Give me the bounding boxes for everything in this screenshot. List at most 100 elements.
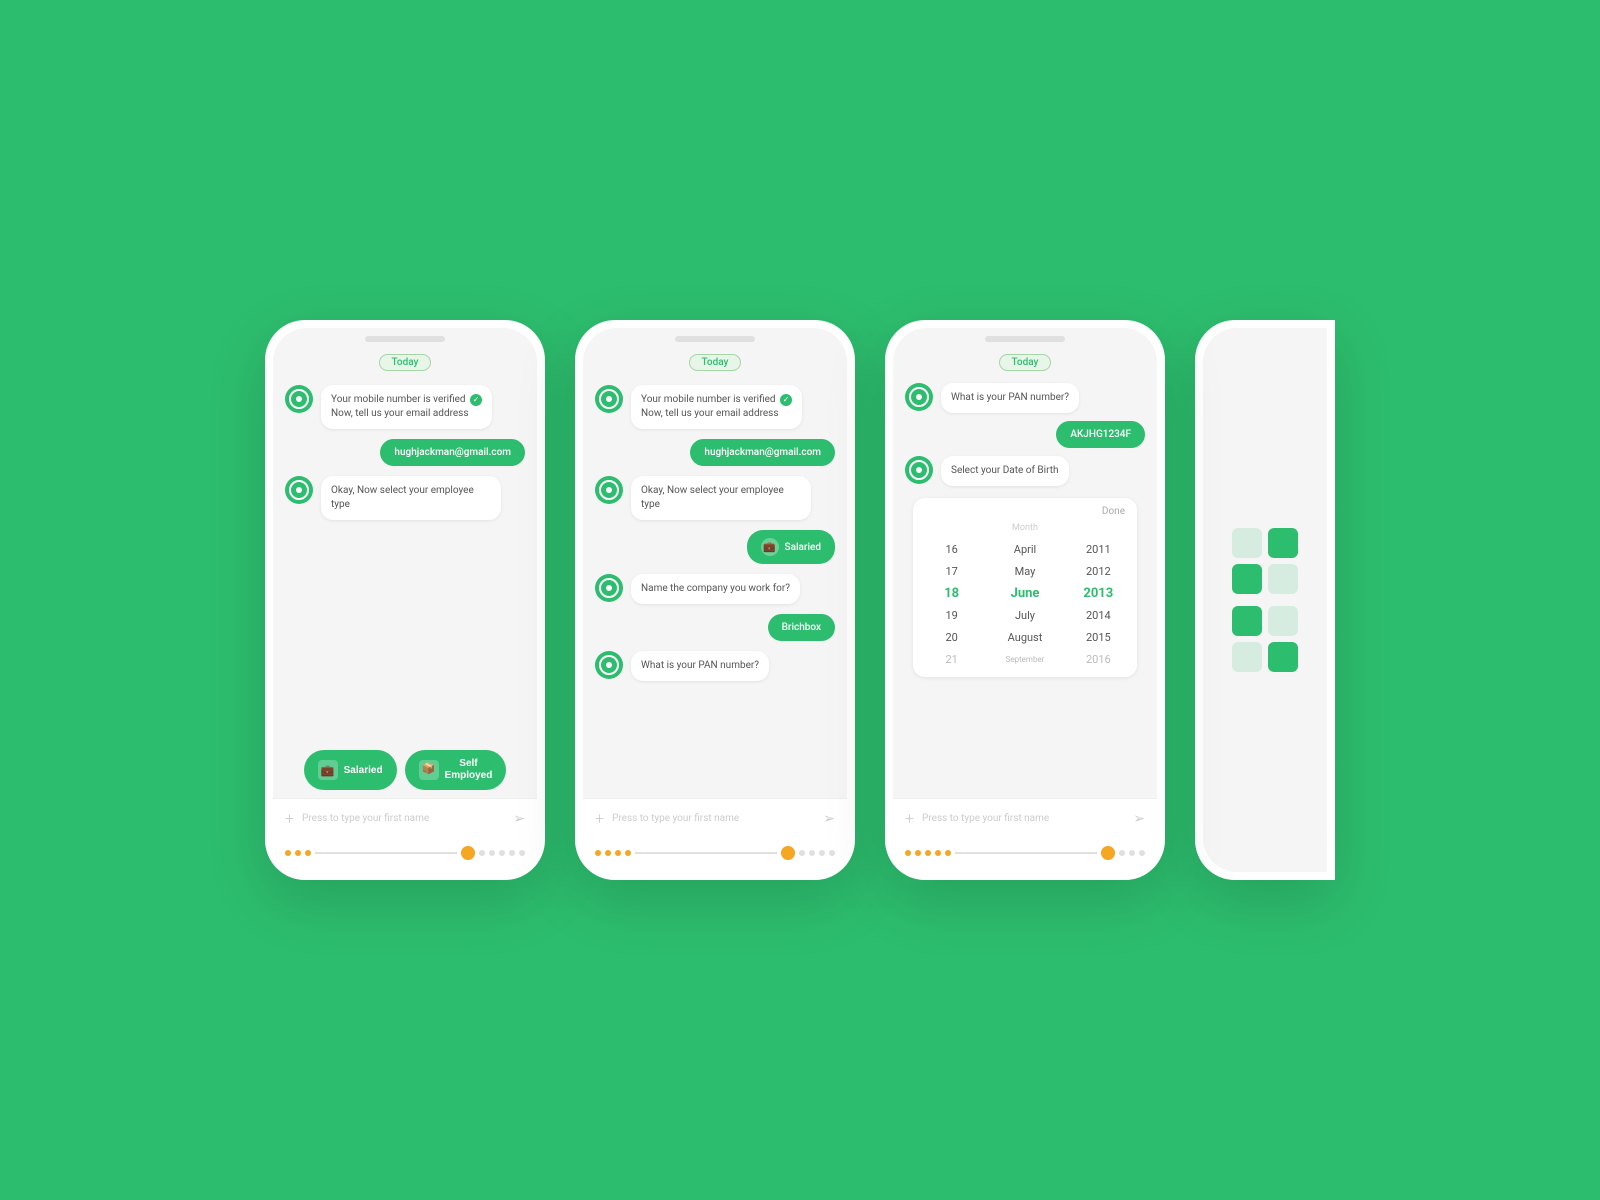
dot-p2-8 [829,850,835,856]
dot-p3-5 [945,850,951,856]
dot-p2-6 [809,850,815,856]
company-label-p2: Brichbox [782,622,821,633]
partial-logo-block-1 [1232,528,1262,558]
cal-col-month: Month April May June July August Septemb… [990,521,1059,669]
self-employed-icon-1: 📦 [419,760,439,780]
input-plus-3: + [905,809,914,828]
bot-text-p2-1: Your mobile number is verified ✓Now, tel… [641,394,792,419]
bot-avatar-inner-p2-2 [599,480,619,500]
bot-message-p3-1: What is your PAN number? [905,383,1145,413]
input-plus-1: + [285,809,294,828]
dot-2 [295,850,301,856]
cal-month-june[interactable]: June [990,583,1059,603]
options-row-1: 💼 Salaried 📦 SelfEmployed [285,750,525,790]
cal-year-2011[interactable]: 2011 [1064,539,1133,559]
cal-day-20[interactable]: 20 [917,627,986,647]
partial-logo-block-7 [1232,642,1262,672]
phone-2-notch [675,336,755,342]
cal-day-18[interactable]: 18 [917,583,986,603]
input-placeholder-1[interactable]: Press to type your first name [302,813,505,824]
dot-7 [509,850,515,856]
bot-avatar-p3-1 [905,383,933,411]
dot-4 [479,850,485,856]
phone-3-screen: Today What is your PAN number? AKJHG1234… [893,328,1157,872]
phone-3-chat: Today What is your PAN number? AKJHG1234… [893,346,1157,798]
cal-month-sep[interactable]: September [990,649,1059,669]
pan-number-p3: AKJHG1234F [1070,429,1131,440]
salaried-label-p2: Salaried [785,542,821,553]
cal-day-21[interactable]: 21 [917,649,986,669]
progress-2 [583,838,847,872]
user-bubble-p2-1: hughjackman@gmail.com [690,439,835,466]
cal-year-2012[interactable]: 2012 [1064,561,1133,581]
self-employed-label-1: SelfEmployed [445,758,493,782]
cal-day-19[interactable]: 19 [917,605,986,625]
progress-1 [273,838,537,872]
bot-avatar-2 [285,476,313,504]
cal-year-2015[interactable]: 2015 [1064,627,1133,647]
bot-message-p2-1: Your mobile number is verified ✓Now, tel… [595,385,835,429]
send-icon-3[interactable]: ➢ [1133,811,1145,827]
progress-trail-2 [595,846,835,860]
today-label-2: Today [689,354,742,371]
today-badge-2: Today [595,354,835,371]
phone-3: Today What is your PAN number? AKJHG1234… [885,320,1165,880]
input-placeholder-2[interactable]: Press to type your first name [612,813,815,824]
cal-month-july[interactable]: July [990,605,1059,625]
dot-p2-5 [799,850,805,856]
salaried-icon-p2: 💼 [761,538,779,556]
bot-avatar-inner-p2-3 [599,578,619,598]
cal-month-may[interactable]: May [990,561,1059,581]
cal-year-2014[interactable]: 2014 [1064,605,1133,625]
bot-avatar-dot-1 [296,396,302,402]
dot-p2-2 [605,850,611,856]
send-icon-2[interactable]: ➢ [823,811,835,827]
today-label-1: Today [379,354,432,371]
phone-1-notch [365,336,445,342]
bot-avatar-inner-1 [289,389,309,409]
cal-day-17[interactable]: 17 [917,561,986,581]
dot-p3-4 [935,850,941,856]
bot-text-p2-3: Name the company you work for? [641,583,790,594]
bot-text-2: Okay, Now select your employee type [331,485,474,510]
dot-8 [519,850,525,856]
partial-logo-block-6 [1268,606,1298,636]
date-picker[interactable]: Done 16 17 18 19 20 21 Month [913,498,1137,677]
salaried-label-1: Salaried [344,765,383,776]
bot-bubble-2: Okay, Now select your employee type [321,476,501,520]
phone-1-screen: Today Your mobile number is verified ✓No… [273,328,537,872]
user-bubble-p2-2: 💼 Salaried [747,530,835,564]
self-employed-button-1[interactable]: 📦 SelfEmployed [405,750,507,790]
dot-3 [305,850,311,856]
dot-p3-6 [1119,850,1125,856]
bot-avatar-dot-2 [296,487,302,493]
bot-bubble-p2-3: Name the company you work for? [631,574,800,604]
send-icon-1[interactable]: ➢ [513,811,525,827]
user-message-p2-2: 💼 Salaried [595,530,835,564]
phones-container: Today Your mobile number is verified ✓No… [205,320,1395,880]
cal-day-16[interactable]: 16 [917,539,986,559]
progress-3 [893,838,1157,872]
bot-message-p2-3: Name the company you work for? [595,574,835,604]
user-message-p2-3: Brichbox [595,614,835,641]
cal-month-august[interactable]: August [990,627,1059,647]
dot-5 [489,850,495,856]
cal-month-april[interactable]: April [990,539,1059,559]
progress-thumb-2 [781,846,795,860]
bot-bubble-p2-1: Your mobile number is verified ✓Now, tel… [631,385,802,429]
cal-done[interactable]: Done [917,506,1133,521]
partial-content [1232,528,1298,672]
dot-p3-2 [915,850,921,856]
phone-4-partial [1195,320,1335,880]
salaried-button-1[interactable]: 💼 Salaried [304,750,397,790]
today-label-3: Today [999,354,1052,371]
salaried-icon-1: 💼 [318,760,338,780]
input-placeholder-3[interactable]: Press to type your first name [922,813,1125,824]
bot-avatar-inner-p2-4 [599,655,619,675]
dot-p2-1 [595,850,601,856]
cal-year-2016[interactable]: 2016 [1064,649,1133,669]
dot-p2-3 [615,850,621,856]
bot-avatar-inner-2 [289,480,309,500]
bot-avatar-dot-p2-4 [606,662,612,668]
cal-year-2013[interactable]: 2013 [1064,583,1133,603]
